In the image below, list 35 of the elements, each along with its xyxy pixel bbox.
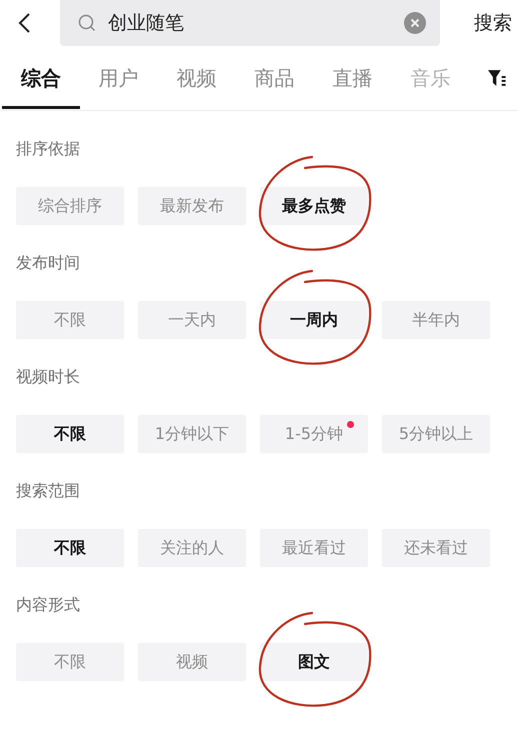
filter-option[interactable]: 半年内 [382, 301, 490, 339]
filter-option[interactable]: 5分钟以上 [382, 415, 490, 453]
category-tab[interactable]: 直播 [332, 47, 372, 109]
filter-option[interactable]: 不限 [16, 301, 124, 339]
category-tab[interactable]: 商品 [254, 47, 294, 109]
section-title: 视频时长 [16, 367, 81, 387]
search-icon [78, 14, 96, 32]
filter-option[interactable]: 1-5分钟 [260, 415, 368, 453]
filter-option[interactable]: 还未看过 [382, 529, 490, 567]
filter-option[interactable]: 综合排序 [16, 187, 124, 225]
filter-option[interactable]: 一天内 [138, 301, 246, 339]
clear-icon[interactable] [404, 12, 426, 34]
section-title: 内容形式 [16, 595, 81, 615]
filter-option[interactable]: 不限 [16, 529, 124, 567]
filter-option[interactable]: 最近看过 [260, 529, 368, 567]
search-button[interactable]: 搜索 [474, 10, 518, 36]
category-tab[interactable]: 综合 [2, 47, 80, 109]
category-tab[interactable]: 音乐 [410, 47, 450, 109]
filter-option[interactable]: 一周内 [260, 301, 368, 339]
filter-option[interactable]: 1分钟以下 [138, 415, 246, 453]
section-title: 搜索范围 [16, 481, 81, 501]
filter-option[interactable]: 最多点赞 [260, 187, 368, 225]
section-title: 发布时间 [16, 253, 81, 273]
category-tab[interactable]: 用户 [98, 47, 138, 109]
filter-option[interactable]: 图文 [260, 643, 368, 681]
filter-option[interactable]: 关注的人 [138, 529, 246, 567]
category-tab[interactable]: 视频 [176, 47, 216, 109]
filter-icon[interactable] [488, 69, 506, 87]
filter-option[interactable]: 不限 [16, 415, 124, 453]
search-input[interactable]: 创业随笔 [106, 11, 404, 35]
filter-option[interactable]: 最新发布 [138, 187, 246, 225]
filter-option[interactable]: 不限 [16, 643, 124, 681]
section-title: 排序依据 [16, 139, 81, 159]
search-field[interactable]: 创业随笔 [60, 0, 440, 46]
filter-option[interactable]: 视频 [138, 643, 246, 681]
